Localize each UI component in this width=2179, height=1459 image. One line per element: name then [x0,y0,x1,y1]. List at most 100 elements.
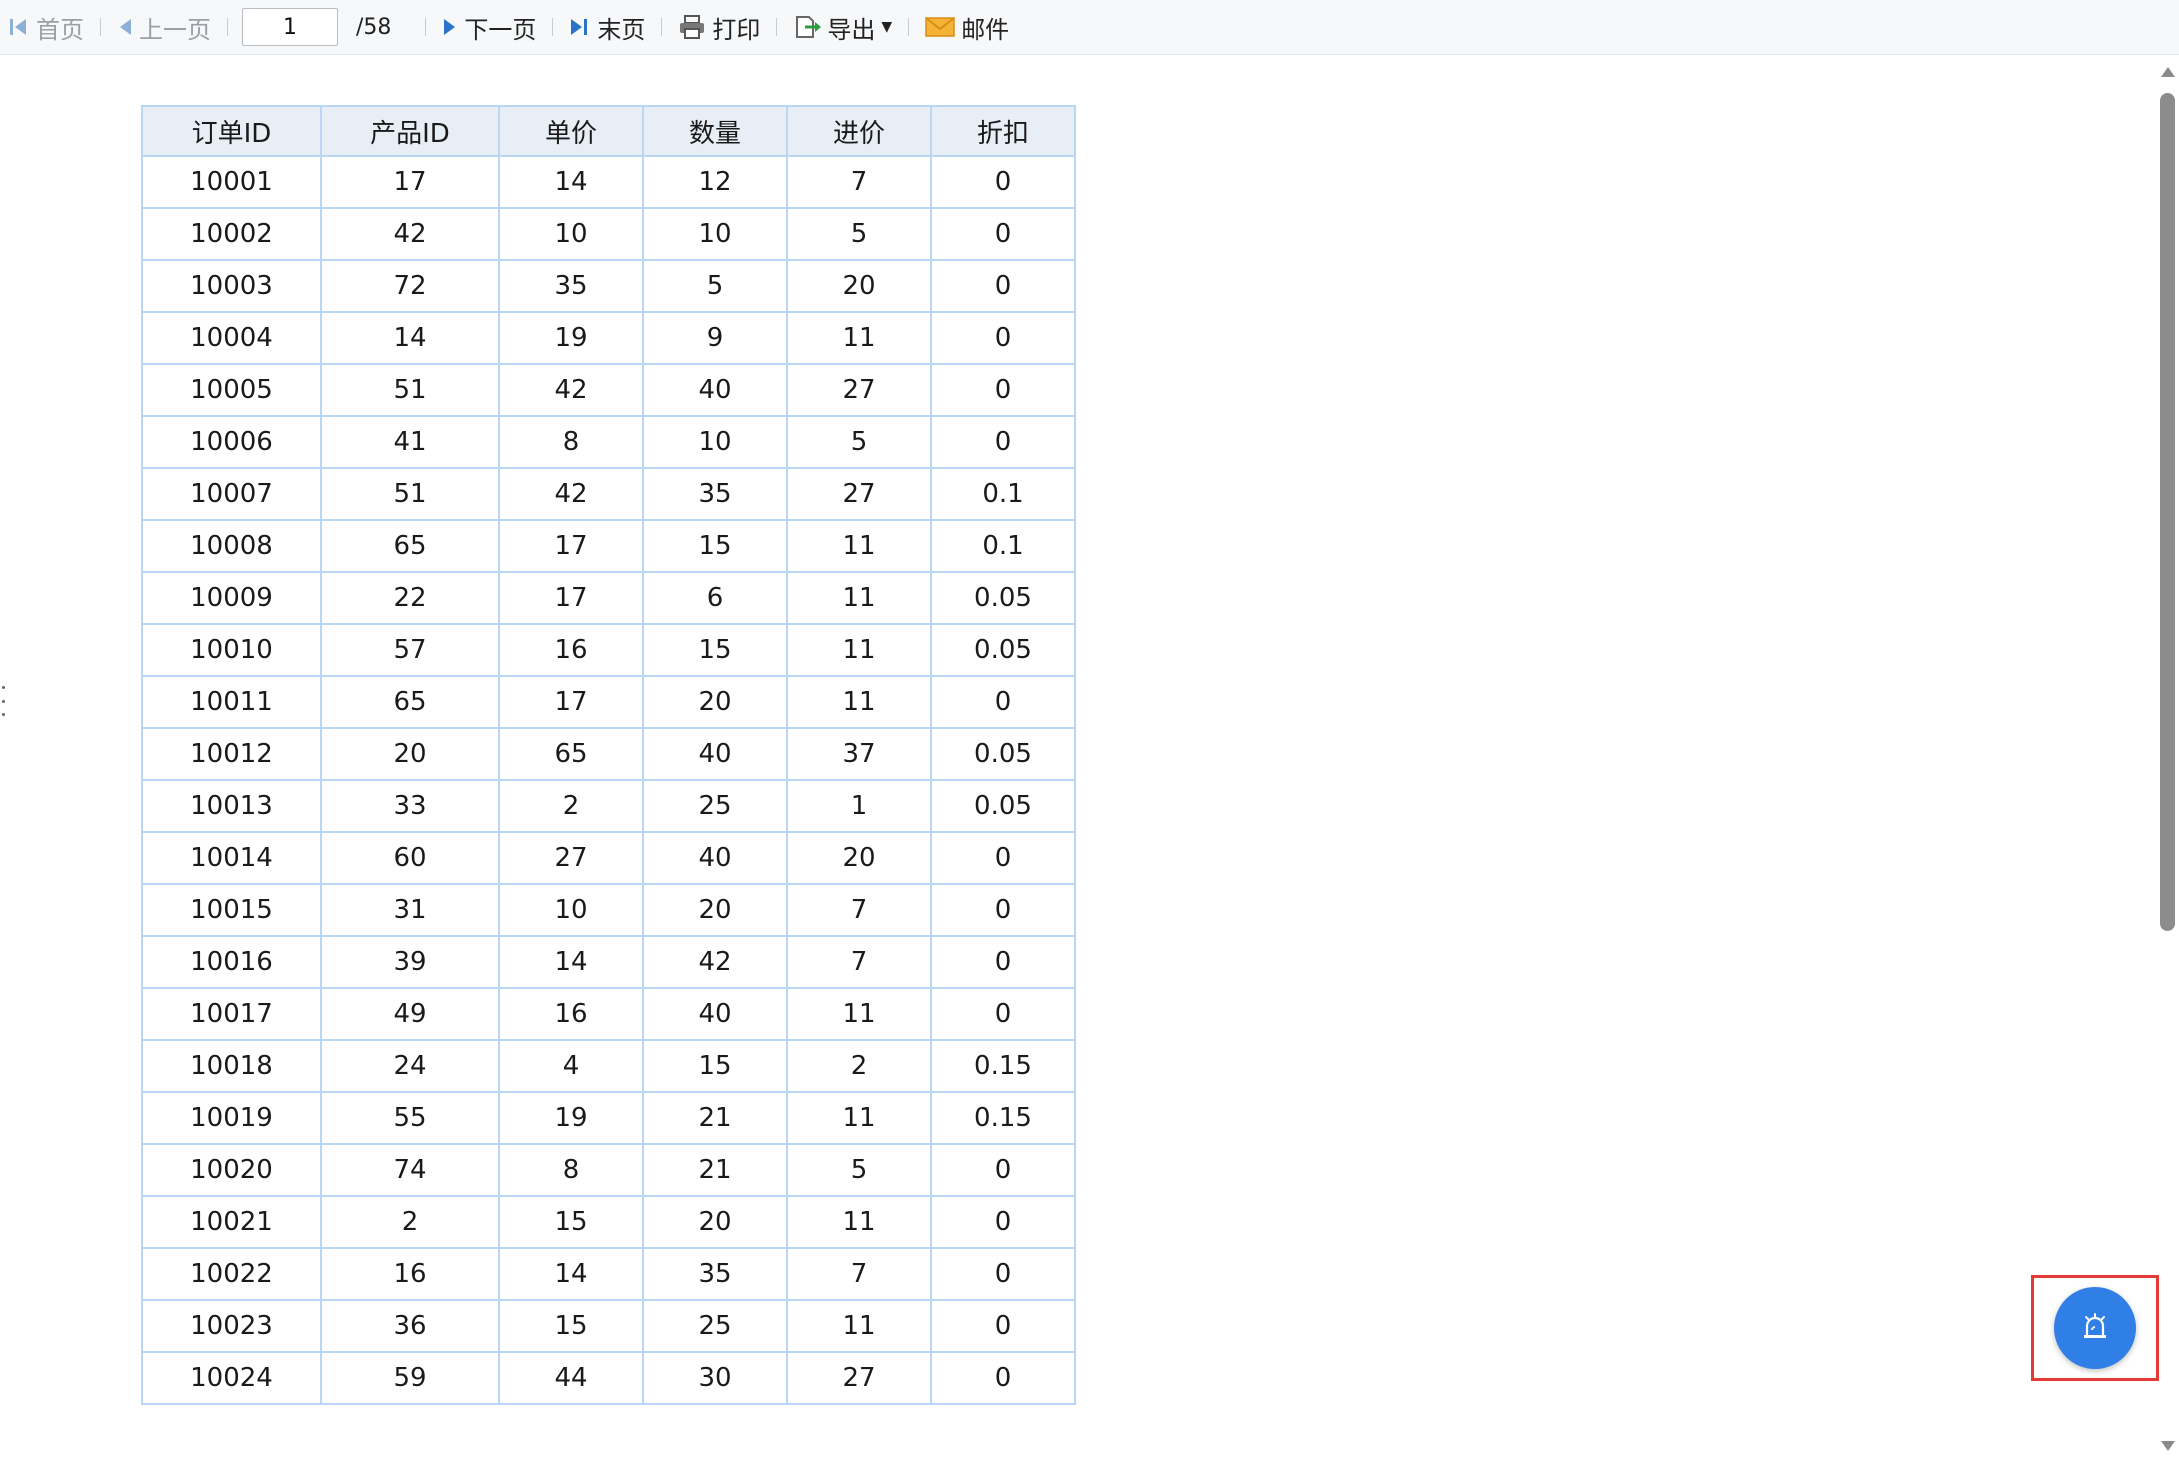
cost-price-cell: 27 [786,467,932,521]
discount-cell: 0.05 [930,779,1076,833]
print-button[interactable]: 打印 [672,7,766,47]
table-row: 10004 14 19 9 11 0 [141,311,1076,365]
column-header-order-id: 订单ID [141,105,322,157]
column-header-unit-price: 单价 [498,105,644,157]
order-id-cell: 10009 [141,571,322,625]
export-label: 导出 [827,15,876,44]
cost-price-cell: 20 [786,259,932,313]
unit-price-cell: 8 [498,1143,644,1197]
prev-page-label: 上一页 [139,15,211,44]
product-id-cell: 60 [320,831,500,885]
printer-icon [678,15,706,39]
table-row: 10005 51 42 40 27 0 [141,363,1076,417]
product-id-cell: 16 [320,1247,500,1301]
next-page-button[interactable]: 下一页 [436,7,542,47]
product-id-cell: 49 [320,987,500,1041]
cost-price-cell: 11 [786,1299,932,1353]
side-panel-handle[interactable] [0,686,6,716]
discount-cell: 0 [930,675,1076,729]
cost-price-cell: 7 [786,155,932,209]
table-header-row: 订单ID 产品ID 单价 数量 进价 折扣 [141,105,1076,157]
unit-price-cell: 19 [498,311,644,365]
unit-price-cell: 15 [498,1195,644,1249]
discount-cell: 0 [930,363,1076,417]
cost-price-cell: 7 [786,883,932,937]
product-id-cell: 42 [320,207,500,261]
scroll-down-icon[interactable] [2161,1441,2175,1451]
quantity-cell: 35 [642,467,788,521]
vertical-scrollbar[interactable] [2156,55,2179,1459]
order-id-cell: 10024 [141,1351,322,1405]
table-row: 10014 60 27 40 20 0 [141,831,1076,885]
order-id-cell: 10020 [141,1143,322,1197]
cost-price-cell: 11 [786,571,932,625]
last-page-icon [569,17,591,37]
unit-price-cell: 10 [498,207,644,261]
export-button[interactable]: 导出 ▼ [787,7,898,47]
unit-price-cell: 42 [498,467,644,521]
quantity-cell: 5 [642,259,788,313]
product-id-cell: 72 [320,259,500,313]
order-id-cell: 10005 [141,363,322,417]
order-id-cell: 10022 [141,1247,322,1301]
cost-price-cell: 5 [786,207,932,261]
table-row: 10009 22 17 6 11 0.05 [141,571,1076,625]
prev-page-button[interactable]: 上一页 [111,7,217,47]
product-id-cell: 17 [320,155,500,209]
table-row: 10002 42 10 10 5 0 [141,207,1076,261]
cost-price-cell: 5 [786,1143,932,1197]
discount-cell: 0.05 [930,571,1076,625]
report-toolbar: 首页 上一页 /58 下一页 末页 [0,0,2179,55]
product-id-cell: 22 [320,571,500,625]
discount-cell: 0.05 [930,727,1076,781]
product-id-cell: 24 [320,1039,500,1093]
last-page-button[interactable]: 末页 [563,7,651,47]
scroll-up-icon[interactable] [2161,67,2175,77]
product-id-cell: 33 [320,779,500,833]
column-header-cost-price: 进价 [786,105,932,157]
product-id-cell: 39 [320,935,500,989]
page-number-input[interactable] [242,8,338,46]
quantity-cell: 15 [642,1039,788,1093]
last-page-label: 末页 [597,15,646,44]
page-total: /58 [356,14,392,40]
unit-price-cell: 35 [498,259,644,313]
table-row: 10011 65 17 20 11 0 [141,675,1076,729]
first-page-label: 首页 [36,15,84,44]
unit-price-cell: 15 [498,1299,644,1353]
discount-cell: 0 [930,311,1076,365]
discount-cell: 0 [930,1351,1076,1405]
first-page-button[interactable]: 首页 [2,7,90,47]
product-id-cell: 31 [320,883,500,937]
table-row: 10020 74 8 21 5 0 [141,1143,1076,1197]
order-id-cell: 10023 [141,1299,322,1353]
order-id-cell: 10011 [141,675,322,729]
cost-price-cell: 11 [786,623,932,677]
order-id-cell: 10002 [141,207,322,261]
quantity-cell: 12 [642,155,788,209]
table-row: 10023 36 15 25 11 0 [141,1299,1076,1353]
toolbar-divider [661,18,663,36]
quantity-cell: 20 [642,1195,788,1249]
handle-dot [1,713,5,716]
cost-price-cell: 11 [786,1195,932,1249]
cost-price-cell: 37 [786,727,932,781]
discount-cell: 0 [930,987,1076,1041]
mail-icon [925,16,955,38]
floating-alarm-button[interactable] [2054,1287,2136,1369]
table-body: 10001 17 14 12 7 0 10002 42 10 10 5 0 10003 72 35 5 20 0 1… [141,155,1076,1405]
quantity-cell: 40 [642,831,788,885]
table-row: 10013 33 2 25 1 0.05 [141,779,1076,833]
cost-price-cell: 7 [786,935,932,989]
quantity-cell: 35 [642,1247,788,1301]
table-row: 10024 59 44 30 27 0 [141,1351,1076,1405]
scrollbar-thumb[interactable] [2160,93,2175,931]
order-id-cell: 10004 [141,311,322,365]
order-id-cell: 10017 [141,987,322,1041]
discount-cell: 0 [930,1247,1076,1301]
discount-cell: 0.1 [930,467,1076,521]
order-id-cell: 10015 [141,883,322,937]
order-id-cell: 10008 [141,519,322,573]
mail-button[interactable]: 邮件 [919,7,1015,47]
order-id-cell: 10012 [141,727,322,781]
